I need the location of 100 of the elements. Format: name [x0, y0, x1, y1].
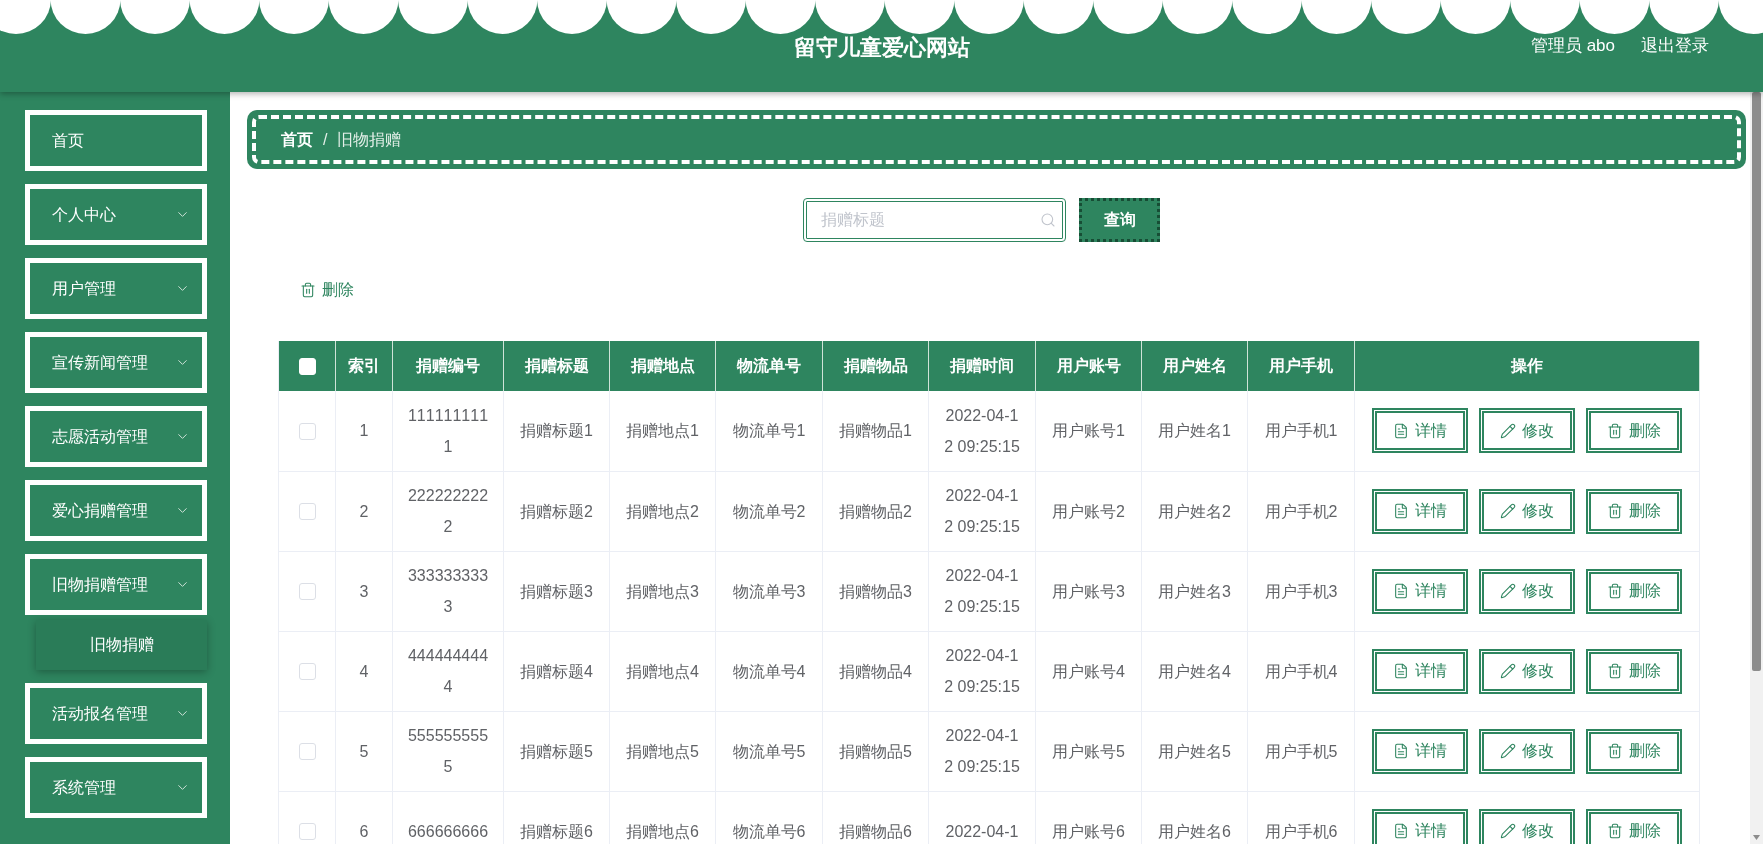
edit-button[interactable]: 修改 [1479, 568, 1575, 614]
detail-button[interactable]: 详情 [1372, 728, 1468, 774]
table-cell: 捐赠标题2 [503, 471, 610, 551]
breadcrumb-current: 旧物捐赠 [337, 129, 402, 150]
table-cell: 2 [335, 471, 393, 551]
delete-button[interactable]: 删除 [1586, 568, 1682, 614]
column-header: 用户账号 [1035, 341, 1142, 391]
search-icon [1040, 212, 1056, 228]
edit-button[interactable]: 修改 [1479, 648, 1575, 694]
table-cell: 5 [335, 711, 393, 791]
table-cell: 5555555555 [392, 711, 504, 791]
breadcrumb-link[interactable]: 首页 [281, 127, 313, 152]
edit-button[interactable]: 修改 [1479, 728, 1575, 774]
sidebar-menu-item[interactable]: 爱心捐赠管理 [25, 480, 207, 541]
sidebar-menu-item[interactable]: 用户管理 [25, 258, 207, 319]
table-cell: 用户手机3 [1247, 551, 1355, 631]
table-cell: 4 [335, 631, 393, 711]
delete-button[interactable]: 删除 [1586, 648, 1682, 694]
table-cell: 捐赠地点2 [609, 471, 716, 551]
table-cell: 捐赠标题6 [503, 791, 610, 844]
table-cell: 用户姓名3 [1141, 551, 1248, 631]
table-cell: 6 [335, 791, 393, 844]
trash-icon [1607, 823, 1623, 839]
edit-button[interactable]: 修改 [1479, 488, 1575, 534]
search-field[interactable]: 捐赠标题 [803, 198, 1066, 242]
detail-button[interactable]: 详情 [1372, 568, 1468, 614]
scrollbar-track[interactable] [1750, 92, 1763, 844]
column-header: 操作 [1354, 341, 1700, 391]
pencil-icon [1500, 743, 1516, 759]
delete-button[interactable]: 删除 [300, 274, 354, 306]
table-cell: 用户账号5 [1035, 711, 1142, 791]
table-cell: 用户账号2 [1035, 471, 1142, 551]
table-cell: 捐赠标题4 [503, 631, 610, 711]
table-cell: 用户姓名2 [1141, 471, 1248, 551]
logout-link[interactable]: 退出登录 [1641, 33, 1709, 59]
table-cell: 用户姓名1 [1141, 391, 1248, 471]
sidebar-menu-item[interactable]: 活动报名管理 [25, 683, 207, 744]
checkbox[interactable] [298, 823, 316, 841]
scrollbar-thumb[interactable] [1752, 92, 1761, 671]
checkbox[interactable] [298, 583, 316, 601]
column-header: 捐赠标题 [503, 341, 610, 391]
column-header: 用户手机 [1247, 341, 1355, 391]
search-button[interactable]: 查询 [1079, 198, 1160, 242]
checkbox[interactable] [298, 503, 316, 521]
sidebar-menu-item[interactable]: 个人中心 [25, 184, 207, 245]
table-cell: 捐赠物品4 [822, 631, 929, 711]
trash-icon [1607, 422, 1623, 439]
detail-button[interactable]: 详情 [1372, 408, 1468, 454]
detail-button[interactable]: 详情 [1372, 648, 1468, 694]
column-header: 捐赠地点 [609, 341, 716, 391]
delete-button[interactable]: 删除 [1586, 728, 1682, 774]
table-cell: 捐赠物品1 [822, 391, 929, 471]
checkbox[interactable] [298, 423, 316, 440]
pencil-icon [1500, 663, 1516, 679]
delete-button[interactable]: 删除 [1586, 408, 1682, 454]
table-cell: 物流单号5 [715, 711, 823, 791]
table-cell: 捐赠标题5 [503, 711, 610, 791]
document-icon [1393, 583, 1409, 599]
pencil-icon [1500, 503, 1516, 519]
column-header: 索引 [335, 341, 393, 391]
sidebar-submenu-item[interactable]: 旧物捐赠 [36, 620, 207, 670]
edit-button[interactable]: 修改 [1479, 808, 1575, 844]
table-cell: 用户姓名4 [1141, 631, 1248, 711]
table-cell: 捐赠物品3 [822, 551, 929, 631]
table-cell: 用户手机5 [1247, 711, 1355, 791]
column-header: 捐赠物品 [822, 341, 929, 391]
column-header: 物流单号 [715, 341, 823, 391]
sidebar-menu-item[interactable]: 旧物捐赠管理 [25, 554, 207, 615]
edit-button[interactable]: 修改 [1479, 408, 1575, 454]
checkbox[interactable] [298, 663, 316, 681]
document-icon [1393, 663, 1409, 679]
delete-button[interactable]: 删除 [1586, 808, 1682, 844]
detail-button[interactable]: 详情 [1372, 808, 1468, 844]
delete-button[interactable]: 删除 [1586, 488, 1682, 534]
sidebar-menu-item[interactable]: 系统管理 [25, 757, 207, 818]
detail-button[interactable]: 详情 [1372, 488, 1468, 534]
pencil-icon [1500, 583, 1516, 599]
checkbox[interactable] [298, 743, 316, 761]
table-cell: 3333333333 [392, 551, 504, 631]
scroll-down-arrow-icon[interactable] [1753, 835, 1760, 840]
admin-username: 管理员 abo [1530, 35, 1615, 58]
table-cell: 捐赠地点1 [609, 391, 716, 471]
document-icon [1393, 823, 1409, 839]
table-cell: 用户姓名6 [1141, 791, 1248, 844]
sidebar-menu-item[interactable]: 宣传新闻管理 [25, 332, 207, 393]
sidebar-menu-item[interactable]: 志愿活动管理 [25, 406, 207, 467]
table-cell: 用户姓名5 [1141, 711, 1248, 791]
table-cell: 2022-04-12 09:25:15 [928, 551, 1036, 631]
table-cell: 用户手机1 [1247, 391, 1355, 471]
table-cell: 2222222222 [392, 471, 504, 551]
table-cell: 捐赠地点6 [609, 791, 716, 844]
table-cell: 用户账号6 [1035, 791, 1142, 844]
sidebar-menu-item[interactable]: 首页 [25, 110, 207, 171]
trash-icon [1607, 583, 1623, 599]
table-cell: 用户手机4 [1247, 631, 1355, 711]
trash-icon [1607, 743, 1623, 759]
table-cell: 物流单号1 [715, 391, 823, 471]
trash-icon [1607, 503, 1623, 519]
table-cell: 物流单号2 [715, 471, 823, 551]
table-cell: 666666666 [392, 791, 504, 844]
